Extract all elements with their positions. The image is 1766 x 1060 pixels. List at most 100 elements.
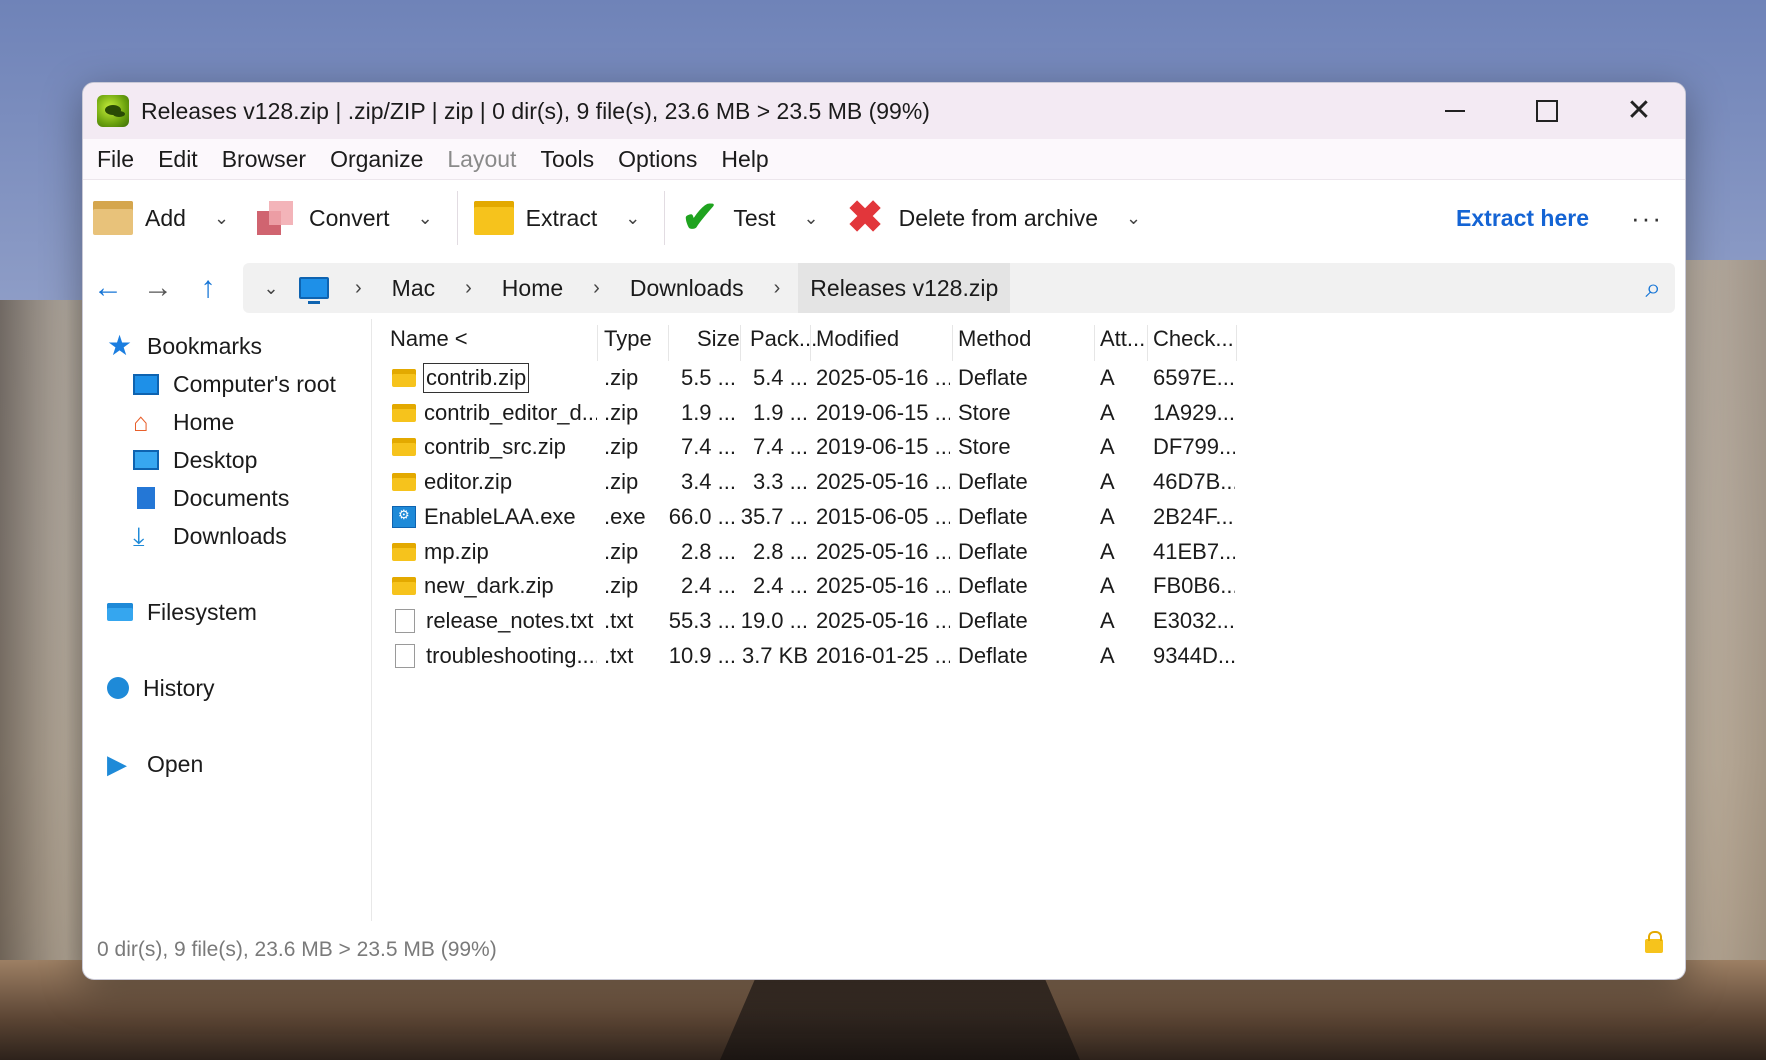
file-attr-cell: A [1100,399,1115,425]
sidebar-item-desktop[interactable]: Desktop [83,441,371,479]
delete-from-archive-button[interactable]: ✖ Delete from archive [837,188,1108,248]
sidebar-history[interactable]: History [83,669,371,707]
file-size-cell: 5.5 ... [680,365,736,390]
menu-organize[interactable]: Organize [318,146,435,173]
minimize-button[interactable] [1409,83,1501,139]
file-type-cell: .zip [604,538,639,564]
menu-file[interactable]: File [83,146,146,173]
sidebar-history-label: History [143,674,215,701]
column-header-modified[interactable]: Modified [816,319,899,359]
column-header-packed[interactable]: Pack... [750,319,817,359]
delete-dropdown-chevron-icon[interactable]: ⌄ [1108,208,1159,229]
documents-icon [137,487,155,509]
breadcrumb-mac[interactable]: Mac [380,275,447,302]
column-header-name[interactable]: Name < [390,319,468,359]
play-icon: ▶ [107,749,127,779]
sidebar-item-documents[interactable]: Documents [83,479,371,517]
sidebar-bookmarks[interactable]: ★ Bookmarks [83,327,371,365]
file-type-cell: .zip [604,399,639,425]
chevron-right-icon: › [593,276,600,299]
column-header-size[interactable]: Size [697,319,740,359]
text-file-icon [395,608,415,633]
file-type-cell: .txt [604,642,634,668]
breadcrumb-home[interactable]: Home [490,275,575,302]
sidebar-item-downloads[interactable]: ⤓ Downloads [83,517,371,555]
file-checksum-cell: 1A929... [1153,399,1235,425]
file-name: new_dark.zip [424,573,554,599]
file-attr-cell: A [1100,365,1115,390]
file-packed-cell: 3.7 KB [741,642,808,668]
history-dropdown-chevron-icon[interactable]: ⌄ [243,278,299,299]
table-row[interactable]: contrib_src.zip .zip 7.4 ... 7.4 ... 2019-06… [372,430,1612,464]
add-button[interactable]: Add [83,188,196,248]
file-name-cell: release_notes.txt [392,604,597,638]
close-button[interactable]: ✕ [1593,83,1685,139]
column-header-type[interactable]: Type [604,319,652,359]
forward-arrow-icon[interactable]: → [133,271,183,305]
sidebar-item-label: Desktop [173,446,258,473]
sidebar-filesystem[interactable]: Filesystem [83,593,371,631]
address-bar[interactable]: ⌄ › Mac › Home › Downloads › Releases v1… [243,263,1675,313]
status-text: 0 dir(s), 9 file(s), 23.6 MB > 23.5 MB (… [97,938,497,961]
file-method-cell: Deflate [958,573,1028,599]
table-row[interactable]: new_dark.zip .zip 2.4 ... 2.4 ... 2025-05-16… [372,569,1612,603]
title-bar[interactable]: Releases v128.zip | .zip/ZIP | zip | 0 d… [83,83,1685,139]
menu-tools[interactable]: Tools [528,146,606,173]
table-row[interactable]: editor.zip .zip 3.4 ... 3.3 ... 2025-05-16 .… [372,465,1612,499]
download-icon: ⤓ [133,521,145,551]
menu-help[interactable]: Help [709,146,780,173]
file-packed-cell: 35.7 ... [740,503,808,529]
file-packed-cell: 3.3 ... [752,469,808,495]
file-size-cell: 66.0 ... [668,503,736,529]
sidebar-item-computers-root[interactable]: Computer's root [83,365,371,403]
extract-dropdown-chevron-icon[interactable]: ⌄ [607,208,658,229]
computer-icon[interactable] [299,277,329,304]
menu-bar: File Edit Browser Organize Layout Tools … [83,139,1685,180]
lock-icon[interactable] [1645,931,1663,953]
table-row[interactable]: contrib.zip .zip 5.5 ... 5.4 ... 2025-05-16 … [372,361,1612,395]
file-attr-cell: A [1100,538,1115,564]
column-header-attributes[interactable]: Att... [1100,319,1145,359]
test-button[interactable]: ✔ Test [671,188,785,248]
menu-options[interactable]: Options [606,146,709,173]
file-attr-cell: A [1100,503,1115,529]
test-dropdown-chevron-icon[interactable]: ⌄ [786,208,837,229]
more-options-icon[interactable]: ··· [1631,180,1663,256]
menu-edit[interactable]: Edit [146,146,210,173]
table-row[interactable]: release_notes.txt .txt 55.3 ... 19.0 ... 202… [372,604,1612,638]
file-type-cell: .txt [604,607,634,633]
file-checksum-cell: 9344D... [1153,642,1235,668]
file-list: Name < Type Size Pack... Modified Method… [372,319,1685,921]
table-row[interactable]: EnableLAA.exe .exe 66.0 ...35.7 ... 2015-06… [372,500,1612,534]
breadcrumb-downloads[interactable]: Downloads [618,275,756,302]
add-dropdown-chevron-icon[interactable]: ⌄ [196,208,247,229]
sidebar-item-home[interactable]: ⌂ Home [83,403,371,441]
table-row[interactable]: troubleshooting.... .txt 10.9 ... 3.7 KB 201… [372,639,1612,673]
maximize-button[interactable] [1501,83,1593,139]
search-icon[interactable]: ⌕ [1645,263,1661,313]
extract-button[interactable]: Extract [464,188,608,248]
convert-dropdown-chevron-icon[interactable]: ⌄ [400,208,451,229]
zip-folder-icon [392,438,416,457]
column-header-method[interactable]: Method [958,319,1031,359]
back-arrow-icon[interactable]: ← [83,271,133,305]
menu-browser[interactable]: Browser [210,146,318,173]
file-name: release_notes.txt [426,607,594,633]
convert-button[interactable]: Convert [247,188,400,248]
column-header-checksum[interactable]: Check... [1153,319,1234,359]
up-arrow-icon[interactable]: ↑ [183,271,233,305]
table-row[interactable]: contrib_editor_d... .zip 1.9 ... 1.9 ... 201… [372,396,1612,430]
file-name-cell: contrib_editor_d... [392,396,597,430]
file-attr-cell: A [1100,573,1115,599]
extract-here-button[interactable]: Extract here [1456,180,1589,256]
file-size-cell: 10.9 ... [668,642,736,668]
close-icon: ✕ [1626,94,1652,127]
file-name-cell: contrib_src.zip [392,430,597,464]
file-method-cell: Deflate [958,365,1028,390]
breadcrumb-archive[interactable]: Releases v128.zip [798,263,1011,313]
extract-label: Extract [525,204,598,231]
table-row[interactable]: mp.zip .zip 2.8 ... 2.8 ... 2025-05-16 ... De… [372,535,1612,569]
file-method-cell: Store [958,399,1011,425]
file-method-cell: Store [958,434,1011,460]
sidebar-open[interactable]: ▶ Open [83,745,371,783]
